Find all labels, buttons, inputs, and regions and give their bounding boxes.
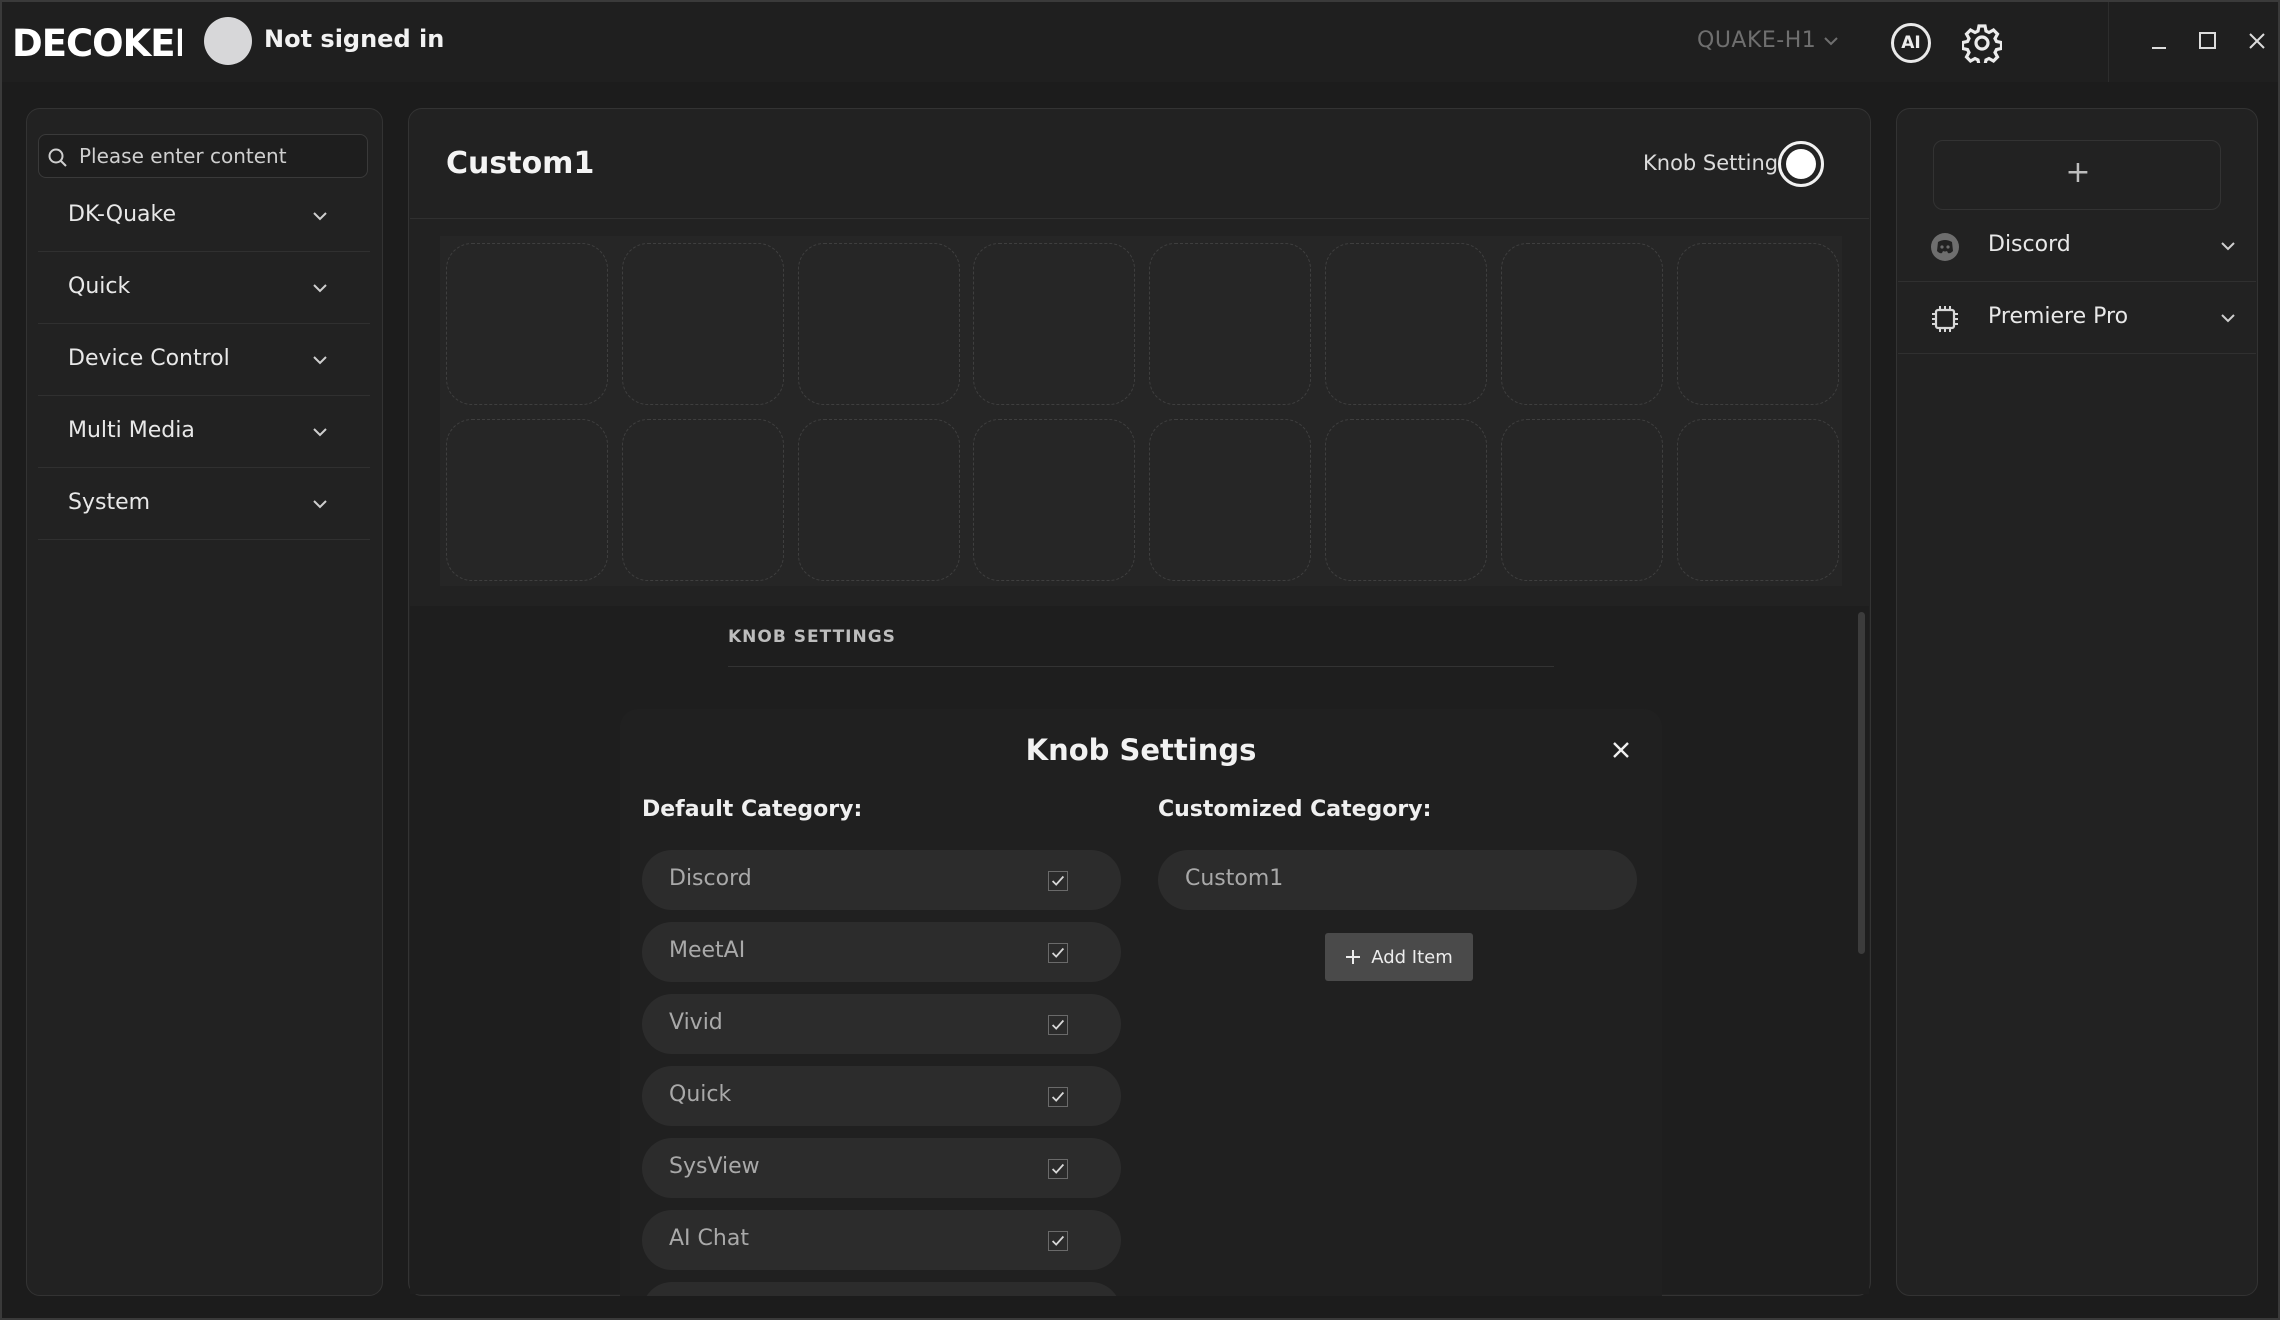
checkbox[interactable] — [1048, 943, 1068, 963]
sidebar-item-label: Device Control — [68, 346, 230, 371]
key-slot[interactable] — [1500, 243, 1663, 405]
category-item-label: AI Chat — [669, 1226, 749, 1251]
titlebar-divider — [2108, 2, 2109, 82]
chevron-down-icon — [313, 212, 327, 221]
sidebar-item-label: Quick — [68, 274, 131, 299]
checkbox[interactable] — [1048, 1087, 1068, 1107]
chevron-down-icon[interactable] — [1822, 32, 1840, 50]
discord-icon — [1931, 233, 1959, 261]
dialog-title: Knob Settings — [1025, 733, 1257, 767]
chevron-down-icon — [313, 500, 327, 509]
default-category-heading: Default Category: — [642, 797, 863, 822]
gear-icon[interactable] — [1962, 23, 2002, 63]
chevron-down-icon[interactable] — [2218, 236, 2238, 256]
app-item-label: Discord — [1988, 232, 2071, 257]
chevron-down-icon — [313, 428, 327, 437]
category-item-vivid[interactable]: Vivid — [642, 994, 1121, 1054]
category-item-discord[interactable]: Discord — [642, 850, 1121, 910]
key-slot[interactable] — [1325, 419, 1487, 581]
key-slot[interactable] — [973, 419, 1136, 581]
sidebar-item-system[interactable]: System — [38, 468, 370, 540]
checkbox[interactable] — [1048, 1159, 1068, 1179]
category-item-sysview[interactable]: SysView — [642, 1138, 1121, 1198]
sidebar-item-label: Multi Media — [68, 418, 195, 443]
category-item-label: Custom1 — [1185, 866, 1284, 891]
search-input[interactable] — [79, 139, 359, 173]
divider — [728, 666, 1554, 667]
category-item-label: MeetAI — [669, 938, 746, 963]
divider — [410, 218, 1869, 219]
key-slot[interactable] — [1676, 243, 1839, 405]
checkbox[interactable] — [1048, 1015, 1068, 1035]
key-slot[interactable] — [797, 243, 960, 405]
key-slot[interactable] — [973, 243, 1136, 405]
key-slot[interactable] — [446, 243, 608, 405]
add-item-label: Add Item — [1371, 946, 1453, 968]
sidebar-item-label: DK-Quake — [68, 202, 177, 227]
device-selector[interactable]: QUAKE-H1 — [1697, 28, 1816, 53]
category-item-label: Discord — [669, 866, 752, 891]
avatar[interactable] — [204, 17, 252, 65]
search-icon — [48, 148, 67, 167]
app-item-label: Premiere Pro — [1988, 304, 2129, 329]
close-icon[interactable] — [2244, 28, 2270, 54]
key-slot[interactable] — [1149, 243, 1312, 405]
close-icon[interactable] — [1609, 738, 1633, 762]
sidebar-item-multi-media[interactable]: Multi Media — [38, 396, 370, 468]
key-slot[interactable] — [1676, 419, 1839, 581]
key-slot[interactable] — [621, 243, 784, 405]
sidebar-item-dk-quake[interactable]: DK-Quake — [38, 180, 370, 252]
add-app-button[interactable]: + — [1933, 140, 2221, 210]
sidebar-item-label: System — [68, 490, 151, 515]
key-slot[interactable] — [1149, 419, 1312, 581]
category-item-ai-chat[interactable]: AI Chat — [642, 1210, 1121, 1270]
decokee-logo: DECOKEE — [12, 22, 182, 65]
knob-settings-dialog: Knob Settings Default Category: Customiz… — [620, 709, 1662, 1296]
key-grid — [440, 236, 1842, 586]
category-item-label: SysView — [669, 1154, 760, 1179]
sidebar-item-device-control[interactable]: Device Control — [38, 324, 370, 396]
app-item-premiere-pro[interactable]: Premiere Pro — [1898, 282, 2256, 354]
key-slot[interactable] — [797, 419, 960, 581]
chevron-down-icon[interactable] — [2218, 308, 2238, 328]
svg-text:DECOKEE: DECOKEE — [12, 22, 182, 65]
key-slot[interactable] — [1500, 419, 1663, 581]
category-item-partial[interactable] — [642, 1282, 1121, 1296]
minimize-icon[interactable] — [2146, 28, 2172, 54]
key-slot[interactable] — [621, 419, 784, 581]
knob-setting-toggle[interactable] — [1778, 141, 1824, 187]
app-item-discord[interactable]: Discord — [1898, 210, 2256, 282]
scrollbar[interactable] — [1858, 612, 1865, 954]
knob-setting-label: Knob Setting — [1643, 151, 1779, 175]
search-box[interactable] — [38, 134, 368, 178]
title-bar: DECOKEE Not signed in QUAKE-H1 AI — [2, 2, 2278, 82]
checkbox[interactable] — [1048, 1231, 1068, 1251]
chevron-down-icon — [313, 356, 327, 365]
custom-category-item[interactable]: Custom1 — [1158, 850, 1637, 910]
add-item-button[interactable]: Add Item — [1325, 933, 1473, 981]
page-title: Custom1 — [446, 146, 595, 181]
plus-icon: + — [2065, 155, 2091, 190]
category-item-label: Quick — [669, 1082, 732, 1107]
ai-button[interactable]: AI — [1891, 23, 1931, 63]
key-slot[interactable] — [446, 419, 608, 581]
checkbox[interactable] — [1048, 871, 1068, 891]
key-slot[interactable] — [1325, 243, 1487, 405]
maximize-icon[interactable] — [2195, 28, 2221, 54]
sidebar-item-quick[interactable]: Quick — [38, 252, 370, 324]
chevron-down-icon — [313, 284, 327, 293]
section-title: KNOB SETTINGS — [728, 627, 896, 647]
customized-category-heading: Customized Category: — [1158, 797, 1432, 822]
user-status[interactable]: Not signed in — [264, 25, 444, 53]
chip-icon — [1932, 306, 1958, 332]
category-item-quick[interactable]: Quick — [642, 1066, 1121, 1126]
category-item-meetai[interactable]: MeetAI — [642, 922, 1121, 982]
category-item-label: Vivid — [669, 1010, 723, 1035]
plus-icon — [1346, 950, 1361, 964]
